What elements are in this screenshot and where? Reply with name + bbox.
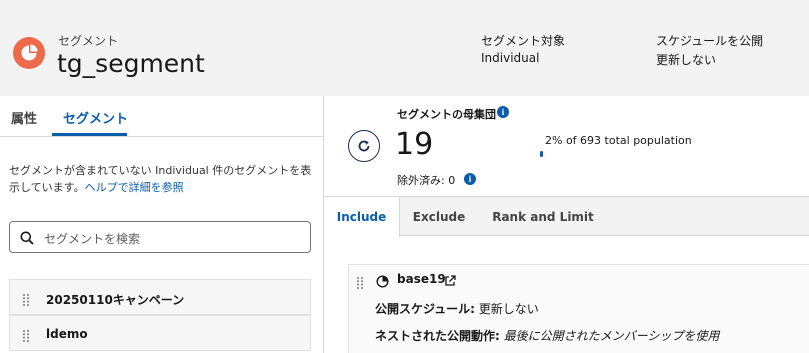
segment-name: 20250110キャンペーン (46, 293, 185, 307)
criteria-card: base19 公開スケジュール: 更新しない ネストされた公開動作: 最後に公開… (348, 264, 809, 353)
search-icon (20, 230, 34, 249)
publish-schedule-key: 公開スケジュール: (375, 302, 475, 316)
help-link[interactable]: ヘルプで詳細を参照 (85, 181, 184, 194)
nested-publish-key: ネストされた公開動作: (375, 329, 500, 343)
tab-exclude[interactable]: Exclude (400, 197, 478, 237)
drag-handle-icon[interactable] (23, 291, 29, 310)
population-percent-text: 2% of 693 total population (545, 134, 692, 147)
drag-handle-icon[interactable] (23, 327, 29, 346)
nested-publish-val: 最後に公開されたメンバーシップを使用 (503, 329, 720, 343)
population-progress-fill (540, 151, 543, 157)
tab-rank-and-limit[interactable]: Rank and Limit (478, 197, 608, 237)
publish-schedule-value: 更新しない (656, 53, 717, 67)
record-header: セグメント tg_segment セグメント対象 Individual スケジュ… (0, 0, 809, 96)
segment-list-item[interactable]: ldemo (9, 315, 311, 351)
excluded-count: 除外済み: 0 (397, 174, 456, 187)
population-count: 19 (395, 127, 434, 162)
info-text: セグメントが含まれていない Individual 件のセグメントを表示しています… (9, 162, 315, 196)
search-placeholder: セグメントを検索 (44, 232, 141, 246)
segment-list-item[interactable]: 20250110キャンペーン (9, 279, 311, 315)
segment-target-label: セグメント対象 (481, 34, 566, 48)
active-tab-indicator (52, 133, 127, 136)
right-panel: セグメントの母集団 i 19 除外済み: 0 i 2% of 693 total… (324, 96, 809, 353)
segment-icon (376, 273, 389, 292)
criteria-tabs: Include Exclude Rank and Limit (324, 196, 809, 237)
population-info-icon[interactable]: i (497, 106, 509, 118)
drag-handle-icon[interactable] (357, 274, 363, 293)
refresh-population-button[interactable] (348, 130, 380, 162)
publish-schedule-val: 更新しない (478, 302, 539, 316)
segment-name: ldemo (46, 327, 88, 341)
tab-include[interactable]: Include (324, 197, 400, 237)
criteria-segment-name[interactable]: base19 (397, 272, 446, 286)
page-title: tg_segment (57, 49, 205, 78)
external-link-icon[interactable] (444, 272, 456, 291)
segment-search-input[interactable]: セグメントを検索 (9, 221, 311, 253)
publish-schedule-label: スケジュールを公開 (656, 34, 764, 48)
publish-schedule-line: 公開スケジュール: 更新しない (375, 300, 539, 317)
segment-target-value: Individual (481, 51, 540, 65)
nested-publish-line: ネストされた公開動作: 最後に公開されたメンバーシップを使用 (375, 327, 719, 344)
object-type-label: セグメント (58, 34, 119, 48)
excluded-info-icon[interactable]: i (464, 173, 476, 185)
left-tabs: 属性 セグメント (0, 96, 323, 137)
refresh-icon (358, 140, 370, 152)
tab-segments[interactable]: セグメント (63, 108, 128, 127)
tab-attributes[interactable]: 属性 (11, 108, 37, 127)
population-progress-bar (540, 151, 800, 157)
segment-logo-icon (13, 37, 45, 69)
population-label: セグメントの母集団 (397, 108, 496, 121)
left-panel: 属性 セグメント セグメントが含まれていない Individual 件のセグメン… (0, 96, 323, 353)
